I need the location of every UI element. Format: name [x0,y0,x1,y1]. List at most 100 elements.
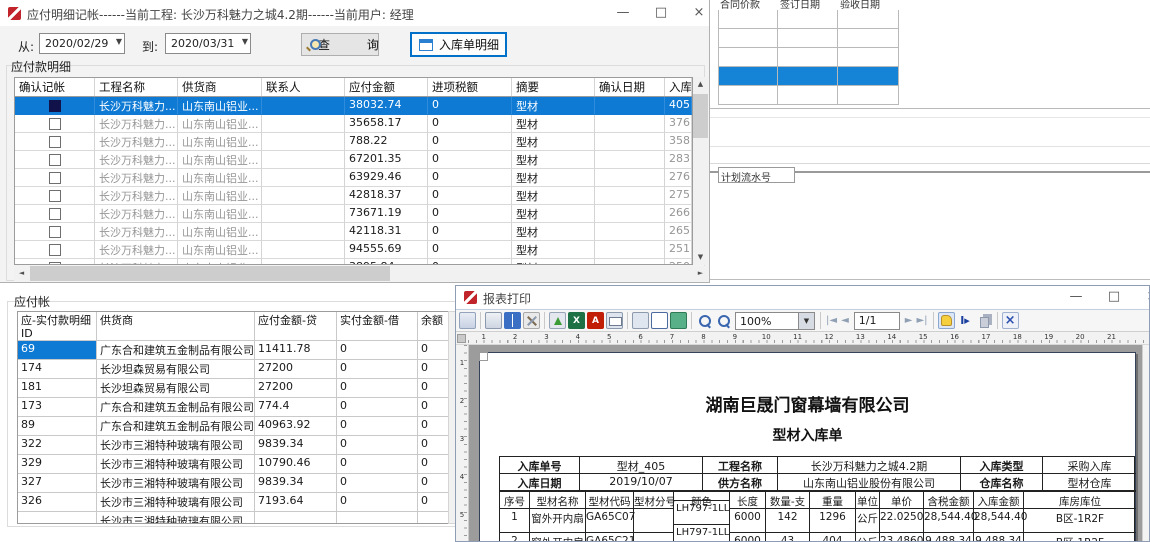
table-row[interactable]: 长沙市三湘特种玻璃有限公司 [18,512,454,524]
confirm-checkbox[interactable] [49,244,61,256]
column-header[interactable]: 进项税额 [428,78,512,96]
table-row[interactable]: 长沙万科魅力... 山东南山铝业... 73671.19 0 型材 266 [15,205,692,223]
scroll-left-icon[interactable]: ◄ [14,266,29,281]
detail-column-header: 数量-支 [766,491,810,509]
confirm-checkbox[interactable] [49,136,61,148]
table-row[interactable]: 327 长沙市三湘特种玻璃有限公司 9839.34 0 0 [18,474,454,493]
multi-page-icon[interactable] [670,312,687,329]
table-row[interactable]: 322 长沙市三湘特种玻璃有限公司 9839.34 0 0 [18,436,454,455]
titlebar[interactable]: 报表打印 — □ × [456,286,1149,310]
confirm-checkbox[interactable] [49,154,61,166]
confirm-checkbox[interactable] [49,262,61,266]
export-mail-icon[interactable] [606,312,623,329]
table-row[interactable]: 长沙万科魅力... 山东南山铝业... 42818.37 0 型材 275 [15,187,692,205]
maximize-button[interactable]: □ [1099,286,1129,307]
table-row[interactable]: 长沙万科魅力... 山东南山铝业... 67201.35 0 型材 283 [15,151,692,169]
table-row[interactable]: 长沙万科魅力... 山东南山铝业... 94555.69 0 型材 251 [15,241,692,259]
column-header[interactable]: 应付金额 [345,78,428,96]
close-preview-icon[interactable]: × [1002,312,1019,329]
column-header[interactable]: 供货商 [178,78,262,96]
confirm-checkbox[interactable] [49,118,61,130]
zoom-in-icon[interactable] [696,312,713,329]
query-button[interactable]: 查 询 [301,33,379,56]
tools-icon[interactable] [523,312,540,329]
table-row[interactable]: 长沙万科魅力... 山东南山铝业... 3895.84 0 型材 250 [15,259,692,265]
contract-table-header: 合同价款签订日期验收日期 [718,0,899,10]
copy-pages-icon[interactable] [976,312,993,329]
inbound-detail-button[interactable]: 入库单明细 [410,32,507,57]
preview-scrollbar[interactable] [1142,345,1149,541]
zoom-level-combobox[interactable]: 100% ▼ [735,312,815,330]
titlebar[interactable]: 应付明细记帐------当前工程: 长沙万科魅力之城4.2期------当前用户… [0,0,709,26]
table-row[interactable]: 长沙万科魅力... 山东南山铝业... 35658.17 0 型材 376 [15,115,692,133]
chevron-down-icon[interactable]: ▼ [798,313,814,329]
minimize-button[interactable]: — [1061,286,1091,307]
confirm-checkbox[interactable] [49,190,61,202]
column-header[interactable]: 实付金额-借 [337,312,418,341]
column-header[interactable]: 工程名称 [95,78,178,96]
export-image-icon[interactable] [549,312,566,329]
table-row[interactable]: 长沙万科魅力... 山东南山铝业... 38032.74 0 型材 405 [15,97,692,115]
scrollbar-thumb[interactable] [30,266,390,281]
contract-table-row[interactable] [718,29,899,48]
export-excel-icon[interactable]: X [568,312,585,329]
table-row[interactable]: 174 长沙坦森贸易有限公司 27200 0 0 [18,360,454,379]
table-row[interactable]: 长沙万科魅力... 山东南山铝业... 63929.46 0 型材 276 [15,169,692,187]
scrollbar-thumb[interactable] [693,94,708,138]
report-preview-area[interactable]: 12345 湖南巨晟门窗幕墙有限公司 型材入库单 入库单号 型材_405 工程名… [456,345,1149,541]
chevron-down-icon[interactable]: ▼ [242,37,248,46]
contract-table-row[interactable] [718,67,899,86]
horizontal-scrollbar[interactable]: ◄ ► [14,266,708,281]
last-page-button[interactable]: ►| [916,315,927,326]
column-header[interactable]: 确认日期 [595,78,665,96]
confirm-checkbox[interactable] [49,208,61,220]
to-date-combobox[interactable]: 2020/03/31 ▼ [165,33,251,54]
table-row[interactable]: 69 广东合和建筑五金制品有限公司 11411.78 0 0 [18,341,454,360]
confirm-checkbox[interactable] [49,172,61,184]
table-view-icon[interactable] [459,312,476,329]
confirm-checkbox[interactable] [49,226,61,238]
print-layout-icon[interactable] [632,312,649,329]
contract-table-row[interactable] [718,86,899,105]
scroll-right-icon[interactable]: ► [693,266,708,281]
text-select-tool-icon[interactable]: I▸ [957,312,974,329]
export-pdf-icon[interactable]: A [587,312,604,329]
from-date-combobox[interactable]: 2020/02/29 ▼ [39,33,125,54]
maximize-button[interactable]: □ [646,2,676,23]
confirm-checkbox[interactable] [49,100,61,112]
column-header[interactable]: 应-实付款明细ID [18,312,97,341]
single-page-icon[interactable] [651,312,668,329]
chevron-down-icon[interactable]: ▼ [116,37,122,46]
table-row[interactable]: 长沙万科魅力... 山东南山铝业... 42118.31 0 型材 265 [15,223,692,241]
close-button[interactable]: × [684,2,714,23]
table-row[interactable]: 326 长沙市三湘特种玻璃有限公司 7193.64 0 0 [18,493,454,512]
zoom-out-icon[interactable] [715,312,732,329]
table-row[interactable]: 89 广东合和建筑五金制品有限公司 40963.92 0 0 [18,417,454,436]
column-header[interactable]: 应付金额-贷 [255,312,337,341]
hand-tool-icon[interactable] [938,312,955,329]
table-row[interactable]: 长沙万科魅力... 山东南山铝业... 788.22 0 型材 358 [15,133,692,151]
close-button[interactable]: × [1137,286,1150,307]
vertical-scrollbar[interactable]: ▲ ▼ [693,77,708,265]
print-icon[interactable] [485,312,502,329]
contract-table-row[interactable] [718,48,899,67]
page-indicator[interactable]: 1/1 [854,312,900,330]
prev-page-button[interactable]: ◄ [841,315,849,326]
column-header[interactable]: 摘要 [512,78,595,96]
first-page-button[interactable]: |◄ [826,315,837,326]
column-header[interactable]: 确认记帐 [15,78,95,96]
separator [933,312,934,329]
to-date-value: 2020/03/31 [171,37,234,50]
column-header[interactable]: 供货商 [97,312,255,341]
scroll-down-icon[interactable]: ▼ [693,250,708,265]
table-row[interactable]: 181 长沙坦森贸易有限公司 27200 0 0 [18,379,454,398]
scroll-up-icon[interactable]: ▲ [693,77,708,92]
minimize-button[interactable]: — [608,2,638,23]
book-preview-icon[interactable] [504,312,521,329]
column-header[interactable]: 联系人 [262,78,345,96]
next-page-button[interactable]: ► [905,315,913,326]
table-row[interactable]: 173 广东合和建筑五金制品有限公司 774.4 0 0 [18,398,454,417]
table-row[interactable]: 329 长沙市三湘特种玻璃有限公司 10790.46 0 0 [18,455,454,474]
contract-table-row[interactable] [718,10,899,29]
column-header[interactable]: 入库 [665,78,692,96]
